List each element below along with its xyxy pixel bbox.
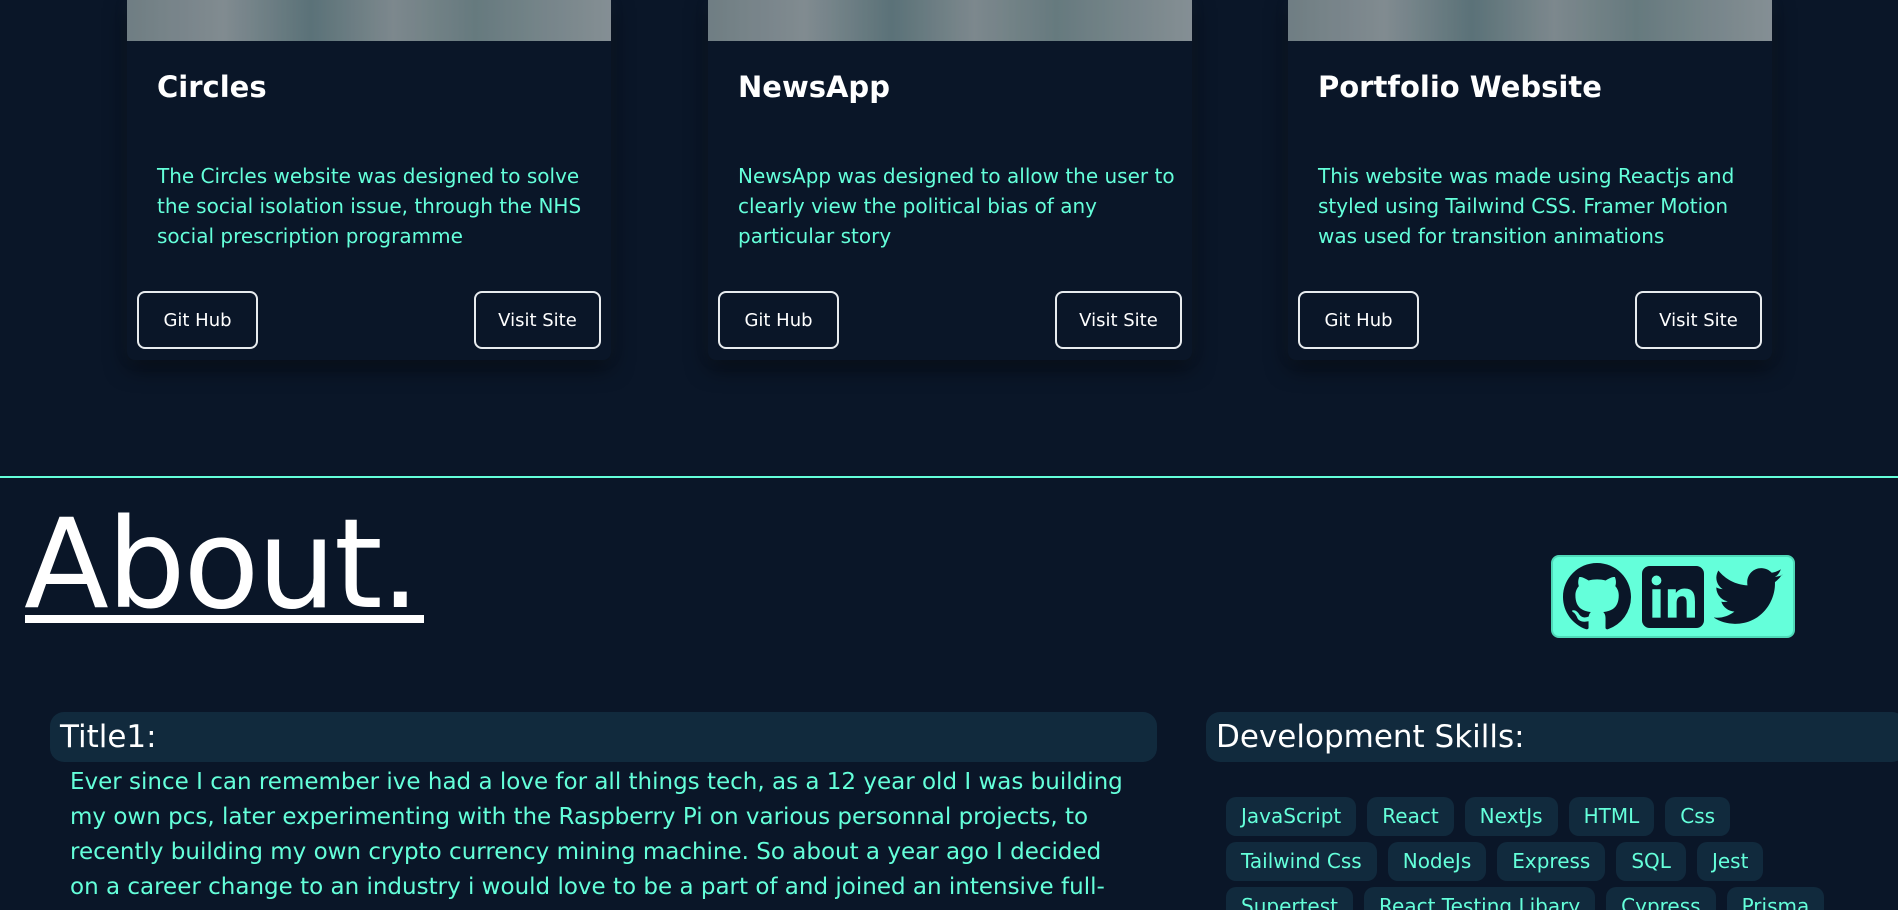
skills-row: JavaScript React NextJs HTML Css xyxy=(1226,797,1898,836)
skills-title: Development Skills: xyxy=(1206,712,1898,762)
bio-title: Title1: xyxy=(50,712,1157,762)
github-button[interactable]: Git Hub xyxy=(137,291,258,349)
github-button[interactable]: Git Hub xyxy=(1298,291,1419,349)
section-divider xyxy=(0,476,1898,478)
project-description: This website was made using Reactjs and … xyxy=(1318,164,1735,248)
skill-badge: Supertest xyxy=(1226,887,1354,910)
project-card-newsapp: NewsApp NewsApp was designed to allow th… xyxy=(708,0,1192,360)
linkedin-icon[interactable] xyxy=(1638,562,1708,632)
project-card-circles: Circles The Circles website was designed… xyxy=(127,0,611,360)
github-button[interactable]: Git Hub xyxy=(718,291,839,349)
skills-list: JavaScript React NextJs HTML Css Tailwin… xyxy=(1226,797,1898,910)
skill-badge: Cypress xyxy=(1606,887,1716,910)
project-image xyxy=(127,0,611,41)
github-icon[interactable] xyxy=(1562,562,1632,632)
bio-text: Ever since I can remember ive had a love… xyxy=(70,769,1123,910)
twitter-icon[interactable] xyxy=(1714,562,1784,632)
visit-site-button[interactable]: Visit Site xyxy=(474,291,601,349)
skill-badge: Express xyxy=(1497,842,1606,881)
skill-badge: SQL xyxy=(1616,842,1686,881)
skill-badge: Jest xyxy=(1696,842,1764,881)
skill-badge: Tailwind Css xyxy=(1226,842,1377,881)
project-title: Portfolio Website xyxy=(1318,70,1602,104)
project-image xyxy=(1288,0,1772,41)
project-title: NewsApp xyxy=(738,70,890,104)
visit-site-button[interactable]: Visit Site xyxy=(1055,291,1182,349)
skill-badge: NodeJs xyxy=(1387,842,1487,881)
about-heading: About. xyxy=(24,493,420,637)
about-heading-underline xyxy=(25,615,424,623)
skill-badge: HTML xyxy=(1568,797,1655,836)
project-title: Circles xyxy=(157,70,267,104)
project-card-portfolio: Portfolio Website This website was made … xyxy=(1288,0,1772,360)
social-links xyxy=(1551,555,1795,638)
skill-badge: React xyxy=(1367,797,1454,836)
skill-badge: JavaScript xyxy=(1226,797,1357,836)
project-image xyxy=(708,0,1192,41)
skill-badge: Css xyxy=(1665,797,1731,836)
visit-site-button[interactable]: Visit Site xyxy=(1635,291,1762,349)
project-description: The Circles website was designed to solv… xyxy=(157,164,582,248)
project-description: NewsApp was designed to allow the user t… xyxy=(738,164,1175,248)
skills-row: Supertest React Testing Libary Cypress P… xyxy=(1226,887,1898,910)
skill-badge: React Testing Libary xyxy=(1364,887,1596,910)
skill-badge: NextJs xyxy=(1464,797,1558,836)
skills-row: Tailwind Css NodeJs Express SQL Jest xyxy=(1226,842,1898,881)
skill-badge: Prisma xyxy=(1726,887,1825,910)
